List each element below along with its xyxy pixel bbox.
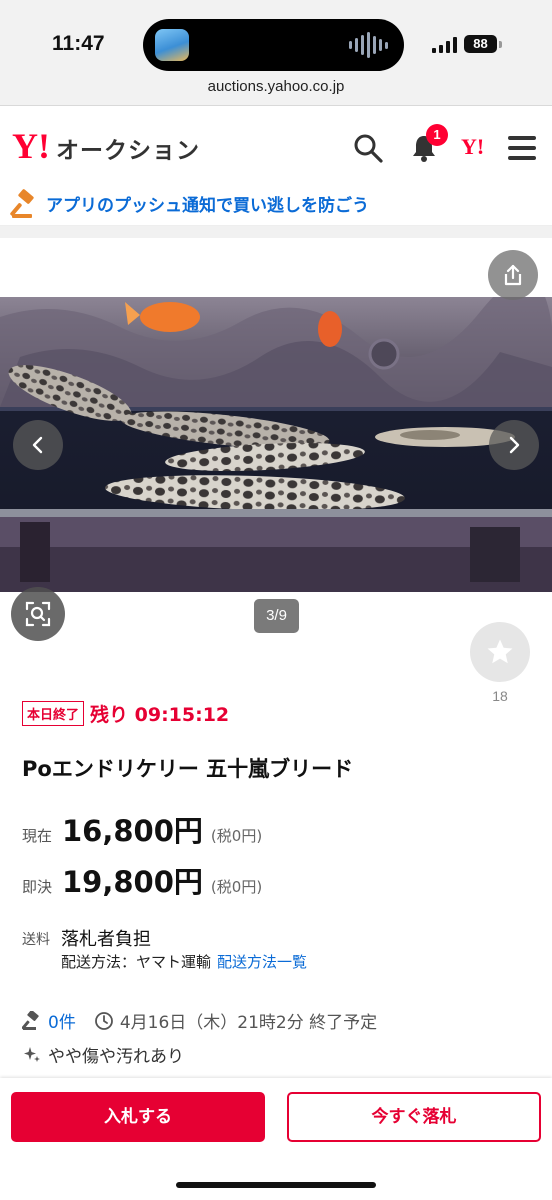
clock: 11:47 (52, 32, 105, 55)
buynow-price-row: 即決 19,800円 (税0円) (22, 859, 262, 901)
current-price-tax: (税0円) (210, 827, 263, 845)
item-photo[interactable] (0, 297, 552, 592)
shipping-value: 落札者負担 (61, 929, 151, 950)
auction-hammer-icon (10, 189, 40, 219)
condition-text: やや傷や汚れあり (48, 1047, 184, 1067)
share-button[interactable] (488, 250, 538, 300)
chevron-right-icon (509, 436, 520, 454)
section-divider (0, 226, 552, 238)
buynow-price-tax: (税0円) (210, 878, 263, 896)
auction-meta: 0件 4月16日（木）21時2分 終了予定 (22, 1008, 377, 1033)
hammer-icon (22, 1010, 39, 1030)
yahoo-auction-logo[interactable]: Y! オークション (12, 126, 200, 166)
item-image-gallery: 3/9 18 (0, 238, 552, 704)
ending-today-badge: 本日終了 (22, 701, 85, 726)
sparkle-icon (24, 1046, 40, 1062)
shipping-method: 配送方法：ヤマト運輸 配送方法一覧 (61, 951, 307, 972)
current-price: 16,800円 (62, 814, 203, 848)
audio-waveform-icon (349, 32, 388, 58)
buynow-price-label: 即決 (22, 878, 53, 896)
notification-badge: 1 (426, 124, 448, 146)
site-header: Y! オークション 1 Y! (0, 116, 552, 178)
battery-tip (499, 41, 502, 48)
logo-text: オークション (56, 138, 200, 164)
yahoo-logo[interactable]: Y! (461, 134, 484, 160)
next-image-button[interactable] (489, 420, 539, 470)
watch-button[interactable] (470, 622, 530, 682)
star-icon (487, 639, 513, 664)
battery-indicator: 88 (464, 35, 497, 53)
watch-count: 18 (492, 688, 508, 704)
current-price-label: 現在 (22, 827, 53, 845)
home-indicator[interactable] (176, 1182, 376, 1188)
shipping-method-text: 配送方法：ヤマト運輸 (61, 953, 212, 971)
auction-status: 本日終了 残り 09:15:12 (22, 700, 229, 727)
current-price-row: 現在 16,800円 (税0円) (22, 808, 262, 850)
url-text[interactable]: auctions.yahoo.co.jp (208, 78, 345, 95)
image-counter: 3/9 (254, 599, 299, 633)
time-remaining: 残り 09:15:12 (90, 704, 230, 726)
item-condition: やや傷や汚れあり (22, 1042, 184, 1067)
bid-count[interactable]: 0件 (48, 1008, 76, 1033)
shipping-methods-link[interactable]: 配送方法一覧 (217, 953, 307, 971)
image-search-button[interactable] (11, 587, 65, 641)
previous-image-button[interactable] (13, 420, 63, 470)
push-banner-text[interactable]: アプリのプッシュ通知で買い逃しを防ごう (46, 191, 369, 216)
buynow-price: 19,800円 (62, 865, 203, 899)
buy-now-button[interactable]: 今すぐ落札 (287, 1092, 541, 1142)
now-playing-thumbnail (155, 29, 189, 61)
logo-mark: Y! (12, 126, 50, 166)
clock-icon (94, 1011, 113, 1030)
status-bar: 11:47 88 (0, 0, 552, 72)
browser-url-bar[interactable]: auctions.yahoo.co.jp (0, 72, 552, 106)
chevron-left-icon (32, 436, 43, 454)
cellular-signal-icon (432, 37, 457, 53)
item-title: Poエンドリケリー 五十嵐ブリード (22, 757, 354, 781)
end-time: 4月16日（木）21時2分 終了予定 (119, 1013, 378, 1033)
shipping-label: 送料 (22, 932, 50, 948)
menu-icon[interactable] (508, 136, 536, 160)
bid-button[interactable]: 入札する (11, 1092, 265, 1142)
image-search-icon (25, 601, 51, 627)
dynamic-island[interactable] (143, 19, 404, 71)
push-notification-banner[interactable]: アプリのプッシュ通知で買い逃しを防ごう (0, 178, 552, 226)
share-icon (504, 264, 522, 286)
action-bar: 入札する 今すぐ落札 (0, 1078, 552, 1200)
search-icon[interactable] (352, 132, 384, 164)
